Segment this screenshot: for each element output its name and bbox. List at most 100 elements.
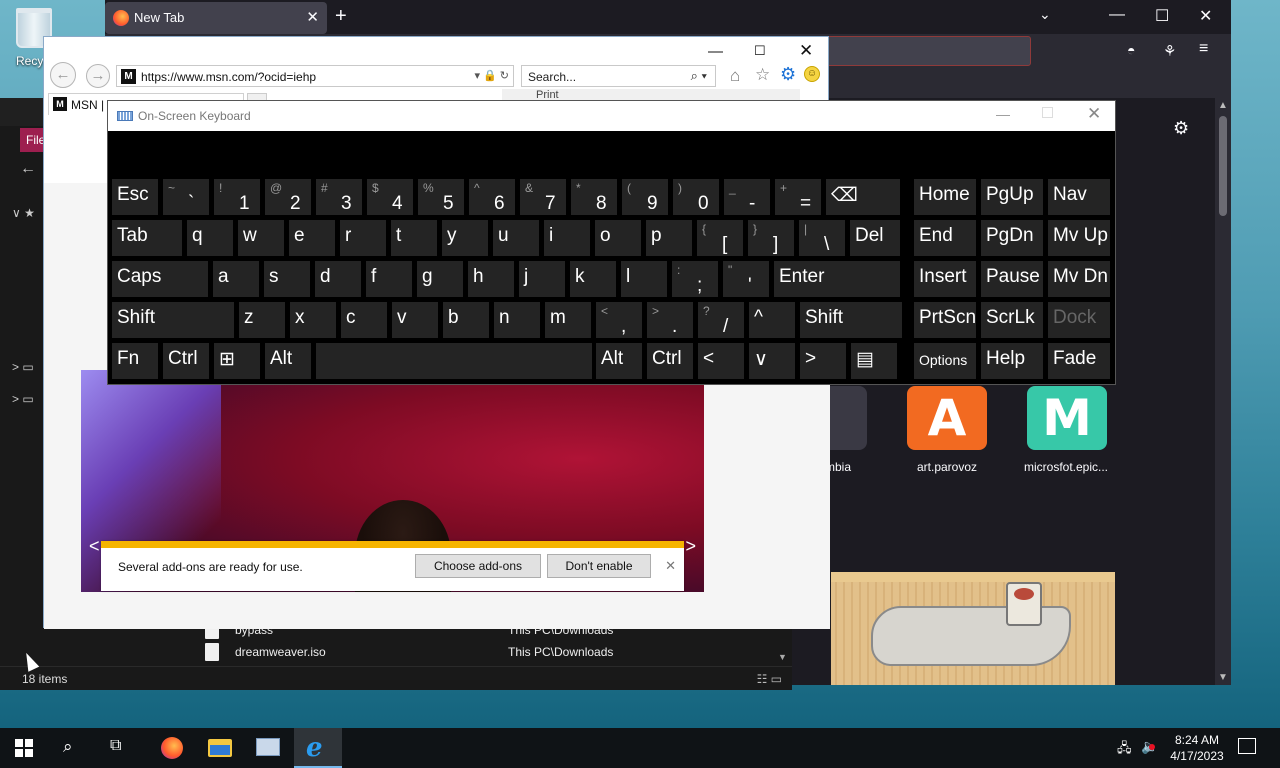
start-button[interactable]: [15, 739, 33, 757]
osk-key-symbol[interactable]: ∨: [749, 343, 795, 379]
osk-key-r[interactable]: r: [340, 220, 386, 256]
osk-key-7[interactable]: & 7: [520, 179, 566, 215]
osk-key-options[interactable]: Options: [914, 343, 976, 379]
osk-key-shift[interactable]: Shift: [112, 302, 234, 338]
carousel-prev-icon[interactable]: <: [89, 536, 100, 557]
new-tab-button[interactable]: +: [335, 5, 347, 28]
pocket-icon[interactable]: ◓: [1127, 42, 1135, 58]
osk-key-symbol[interactable]: <,: [596, 302, 642, 338]
shortcut-tile-microsfot[interactable]: M: [1027, 386, 1107, 450]
ie-maximize-button[interactable]: ☐: [754, 43, 766, 59]
network-icon[interactable]: 🖧: [1117, 739, 1132, 761]
osk-key-mvdn[interactable]: Mv Dn: [1048, 261, 1110, 297]
osk-key-f[interactable]: f: [366, 261, 412, 297]
osk-minimize-button[interactable]: —: [996, 106, 1010, 122]
osk-key-symbol[interactable]: >: [800, 343, 846, 379]
firefox-minimize-button[interactable]: —: [1109, 6, 1125, 24]
newtab-settings-gear-icon[interactable]: ⚙: [1173, 118, 1189, 139]
osk-key-s[interactable]: s: [264, 261, 310, 297]
osk-key-scrlk[interactable]: ScrLk: [981, 302, 1043, 338]
osk-key-esc[interactable]: Esc: [112, 179, 158, 215]
osk-key-6[interactable]: ^ 6: [469, 179, 515, 215]
feedback-smiley-icon[interactable]: ☺: [804, 66, 820, 82]
osk-key-symbol[interactable]: _ -: [724, 179, 770, 215]
taskbar-internet-explorer-icon[interactable]: e: [294, 728, 342, 768]
quick-access-tree-item[interactable]: ∨ ★: [12, 206, 35, 220]
task-view-icon[interactable]: ⧉: [110, 737, 121, 755]
osk-key-symbol[interactable]: ~ `: [163, 179, 209, 215]
osk-key-pgup[interactable]: PgUp: [981, 179, 1043, 215]
back-arrow-icon[interactable]: ←: [20, 160, 36, 178]
favorites-star-icon[interactable]: ☆: [755, 65, 770, 85]
osk-key-j[interactable]: j: [519, 261, 565, 297]
osk-key-d[interactable]: d: [315, 261, 361, 297]
osk-key-space[interactable]: [316, 343, 592, 379]
taskbar-remote-desktop-icon[interactable]: [256, 738, 280, 756]
close-notification-icon[interactable]: ✕: [665, 558, 676, 574]
osk-key-symbol[interactable]: >.: [647, 302, 693, 338]
osk-key-symbol[interactable]: ▤: [851, 343, 897, 379]
ie-address-bar[interactable]: M https://www.msn.com/?ocid=iehp ▾ 🔒 ↻: [116, 65, 514, 87]
firefox-scrollbar[interactable]: ▲ ▼: [1215, 98, 1231, 685]
osk-key-enter[interactable]: Enter: [774, 261, 900, 297]
shortcut-tile-art-parovoz[interactable]: A: [907, 386, 987, 450]
osk-key-m[interactable]: m: [545, 302, 591, 338]
hamburger-menu-icon[interactable]: ≡: [1199, 40, 1208, 58]
osk-key-caps[interactable]: Caps: [112, 261, 208, 297]
osk-key-ctrl[interactable]: Ctrl: [647, 343, 693, 379]
osk-key-x[interactable]: x: [290, 302, 336, 338]
osk-key-symbol[interactable]: }]: [748, 220, 794, 256]
osk-key-tab[interactable]: Tab: [112, 220, 182, 256]
osk-key-symbol[interactable]: {[: [697, 220, 743, 256]
osk-key-k[interactable]: k: [570, 261, 616, 297]
osk-key-t[interactable]: t: [391, 220, 437, 256]
extensions-icon[interactable]: ⚘: [1163, 42, 1176, 60]
osk-key-fn[interactable]: Fn: [112, 343, 158, 379]
search-icon[interactable]: ⌕ ▾: [691, 68, 707, 84]
scroll-down-icon[interactable]: ▼: [1218, 672, 1228, 683]
osk-key-symbol[interactable]: | \: [799, 220, 845, 256]
osk-key-shift[interactable]: Shift: [800, 302, 902, 338]
osk-maximize-button[interactable]: [1042, 107, 1053, 118]
osk-key-home[interactable]: Home: [914, 179, 976, 215]
ie-minimize-button[interactable]: —: [708, 43, 723, 60]
osk-key-alt[interactable]: Alt: [596, 343, 642, 379]
osk-key-prtscn[interactable]: PrtScn: [914, 302, 976, 338]
osk-key-3[interactable]: #3: [316, 179, 362, 215]
clock[interactable]: 8:24 AM 4/17/2023: [1168, 732, 1226, 764]
carousel-next-icon[interactable]: >: [685, 536, 696, 557]
osk-key-l[interactable]: l: [621, 261, 667, 297]
osk-key-a[interactable]: a: [213, 261, 259, 297]
firefox-maximize-button[interactable]: ☐: [1155, 6, 1169, 26]
osk-key-h[interactable]: h: [468, 261, 514, 297]
scroll-up-icon[interactable]: ▲: [1218, 100, 1228, 111]
action-center-icon[interactable]: [1238, 738, 1256, 754]
osk-key-symbol[interactable]: :;: [672, 261, 718, 297]
osk-key-w[interactable]: w: [238, 220, 284, 256]
ie-search-box[interactable]: Search... ⌕ ▾: [521, 65, 716, 87]
back-button[interactable]: ←: [50, 62, 76, 88]
ie-close-button[interactable]: ✕: [799, 41, 813, 61]
osk-key-help[interactable]: Help: [981, 343, 1043, 379]
osk-key-z[interactable]: z: [239, 302, 285, 338]
osk-key-pause[interactable]: Pause: [981, 261, 1043, 297]
osk-key-symbol[interactable]: + =: [775, 179, 821, 215]
firefox-address-bar[interactable]: [825, 36, 1031, 66]
osk-key-4[interactable]: $4: [367, 179, 413, 215]
firefox-tab-new-tab[interactable]: New Tab ✕: [105, 2, 327, 34]
close-tab-icon[interactable]: ✕: [306, 8, 319, 26]
address-tools-icons[interactable]: ▾ 🔒 ↻: [474, 69, 509, 82]
osk-key-del[interactable]: Del: [850, 220, 900, 256]
taskbar-file-explorer-icon[interactable]: [208, 739, 232, 757]
osk-key-y[interactable]: y: [442, 220, 488, 256]
file-row[interactable]: dreamweaver.iso This PC\Downloads: [165, 640, 785, 664]
osk-key-b[interactable]: b: [443, 302, 489, 338]
osk-key-c[interactable]: c: [341, 302, 387, 338]
osk-key-ctrl[interactable]: Ctrl: [163, 343, 209, 379]
tools-gear-icon[interactable]: ⚙: [780, 64, 796, 85]
osk-key-symbol[interactable]: ⊞: [214, 343, 260, 379]
osk-key-symbol[interactable]: ⌫: [826, 179, 900, 215]
network-tree-item[interactable]: > ▭: [12, 392, 34, 406]
view-toggle-icons[interactable]: ☷ ▭: [757, 672, 782, 686]
forward-button[interactable]: →: [86, 64, 110, 88]
